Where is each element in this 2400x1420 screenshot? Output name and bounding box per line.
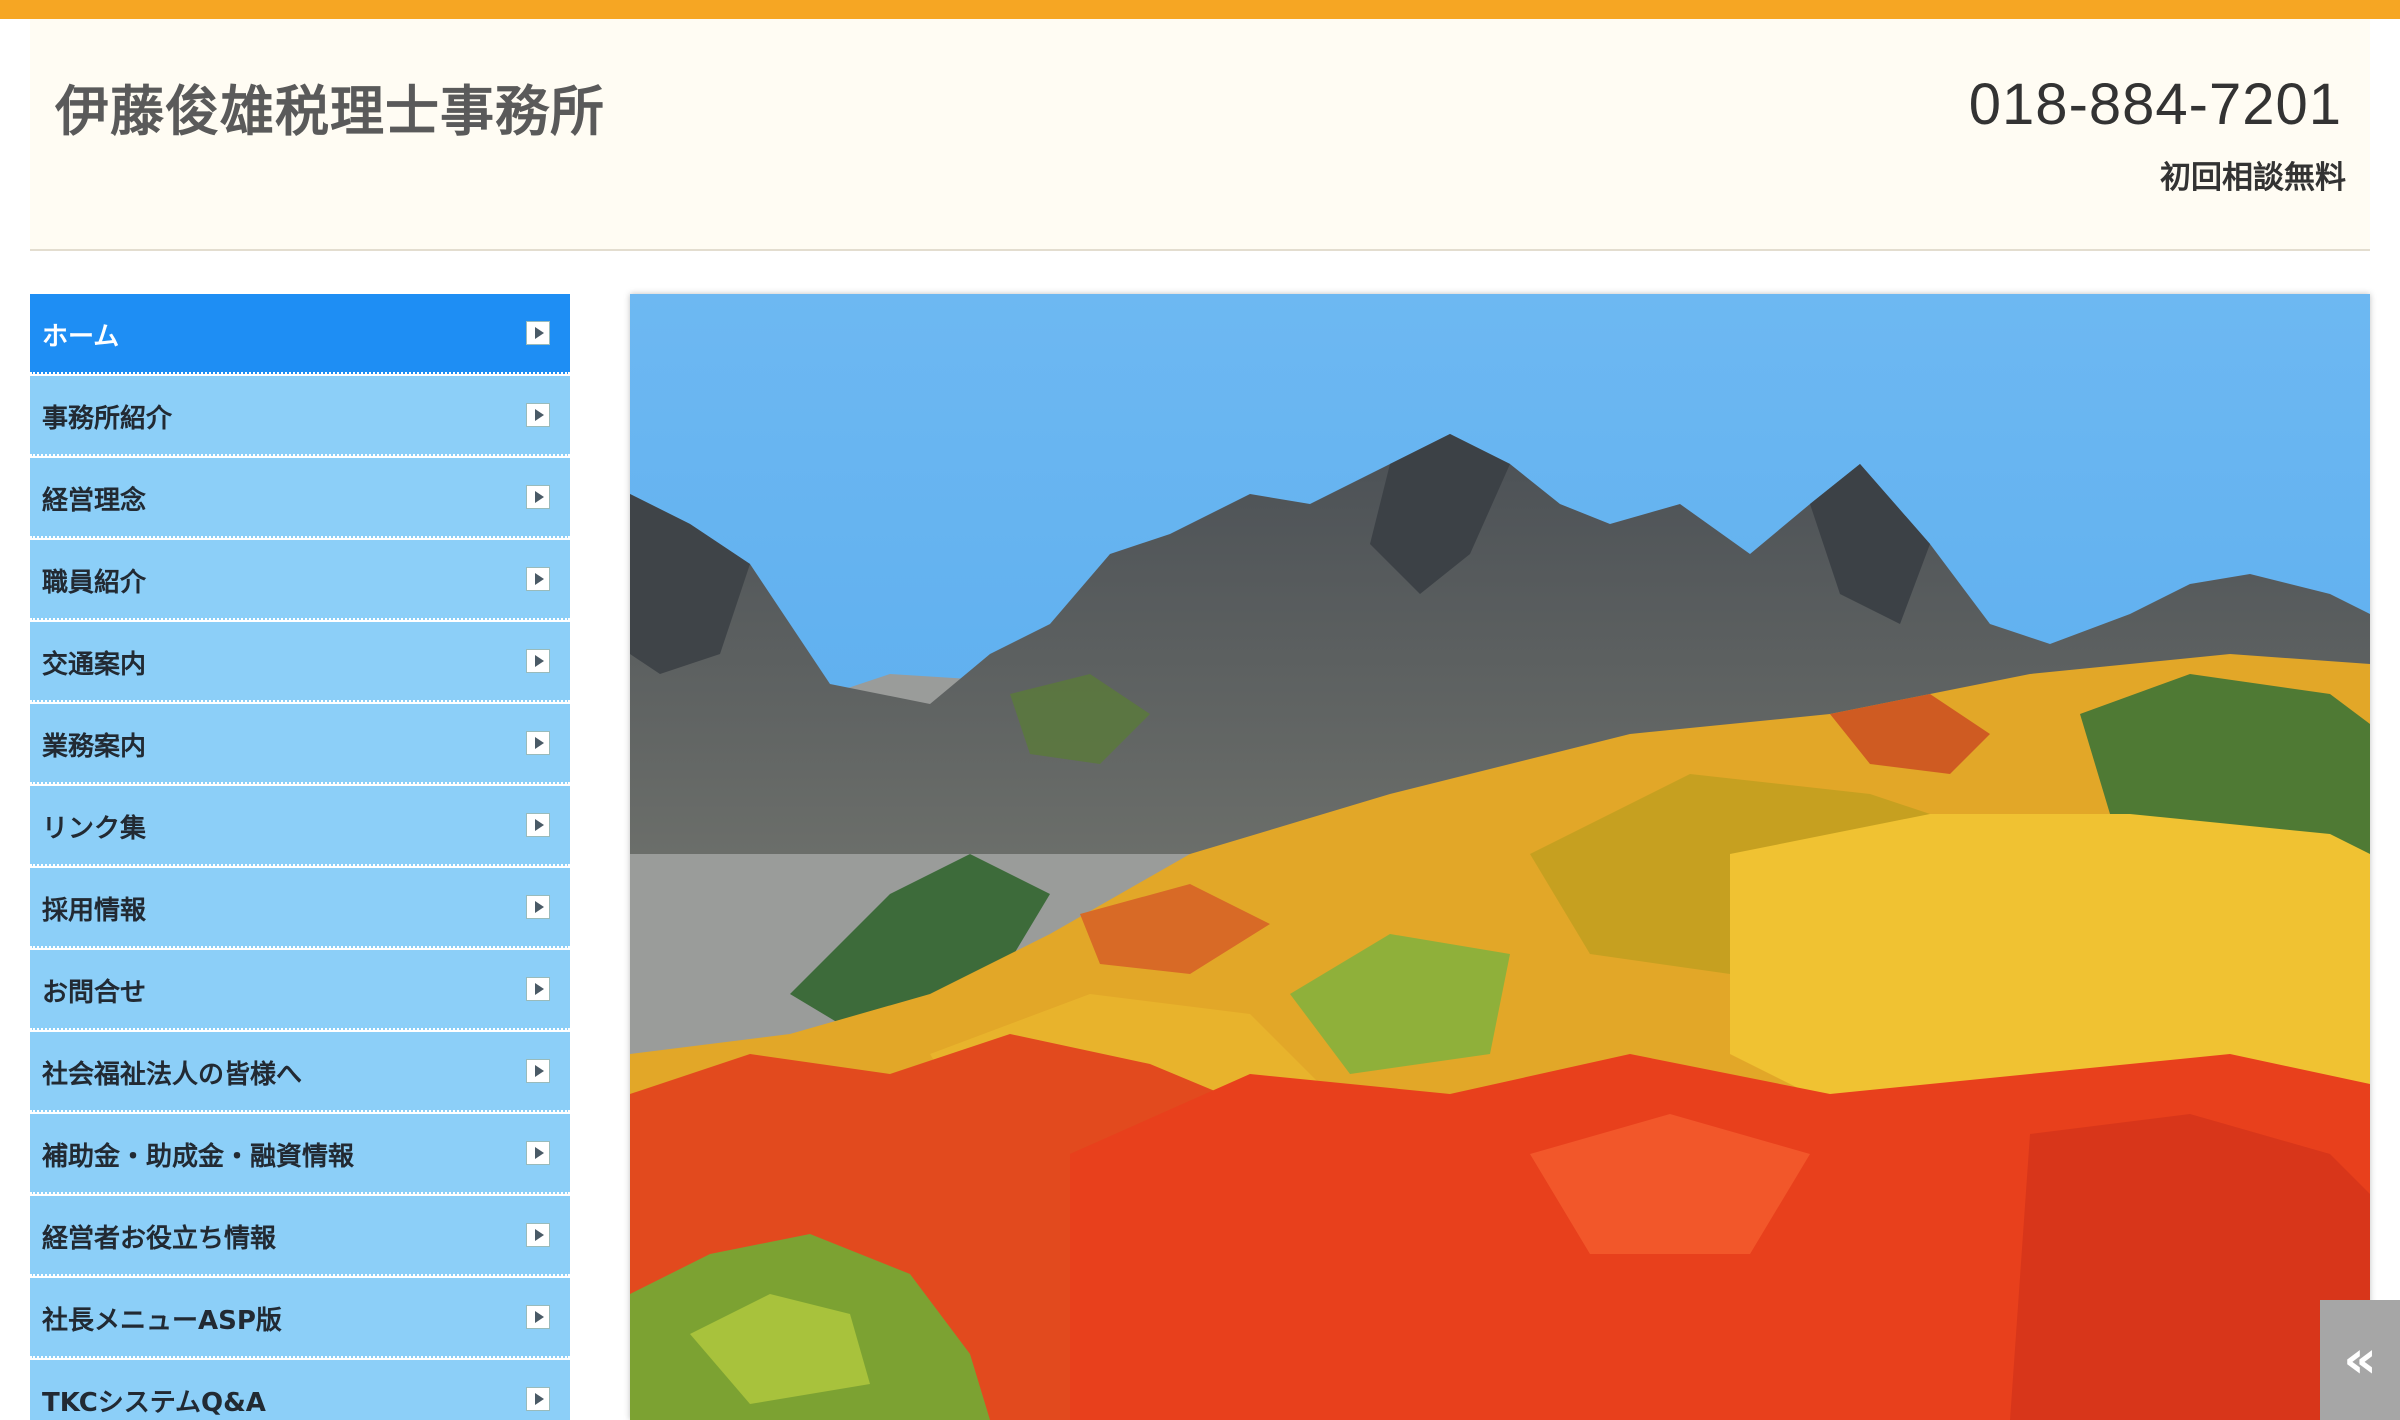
- sidebar-item-access[interactable]: 交通案内: [30, 622, 570, 702]
- sidebar-item-links[interactable]: リンク集: [30, 786, 570, 866]
- mountain-autumn-landscape-image: [630, 294, 2370, 1420]
- site-title[interactable]: 伊藤俊雄税理士事務所: [55, 67, 605, 146]
- site-header: 伊藤俊雄税理士事務所 018-884-7201 初回相談無料: [30, 19, 2370, 251]
- sidebar-item-label: 経営理念: [42, 486, 147, 516]
- phone-number[interactable]: 018-884-7201: [1969, 71, 2342, 138]
- top-accent-bar: [0, 0, 2400, 19]
- sidebar-item-label: 業務案内: [42, 732, 147, 762]
- sidebar-item-services[interactable]: 業務案内: [30, 704, 570, 784]
- sidebar-item-contact[interactable]: お問合せ: [30, 950, 570, 1030]
- sidebar-item-label: 社会福祉法人の皆様へ: [42, 1060, 303, 1090]
- sidebar-item-label: 経営者お役立ち情報: [42, 1224, 277, 1254]
- sidebar-item-label: ホーム: [42, 322, 120, 352]
- arrow-right-icon: [526, 649, 550, 673]
- arrow-right-icon: [526, 567, 550, 591]
- sidebar-item-office-intro[interactable]: 事務所紹介: [30, 376, 570, 456]
- sidebar-item-label: TKCシステムQ&A: [42, 1388, 266, 1418]
- sidebar-item-label: 事務所紹介: [42, 404, 173, 434]
- arrow-right-icon: [526, 1223, 550, 1247]
- sidebar-item-welfare[interactable]: 社会福祉法人の皆様へ: [30, 1032, 570, 1112]
- arrow-right-icon: [526, 977, 550, 1001]
- sidebar-item-subsidies[interactable]: 補助金・助成金・融資情報: [30, 1114, 570, 1194]
- phone-note: 初回相談無料: [2160, 160, 2346, 196]
- arrow-right-icon: [526, 403, 550, 427]
- sidebar-item-label: 社長メニューASP版: [42, 1306, 282, 1336]
- sidebar-item-home[interactable]: ホーム: [30, 294, 570, 374]
- arrow-right-icon: [526, 1387, 550, 1411]
- sidebar-item-label: 職員紹介: [42, 568, 147, 598]
- sidebar-item-label: お問合せ: [42, 978, 147, 1008]
- sidebar-item-label: 交通案内: [42, 650, 147, 680]
- arrow-right-icon: [526, 895, 550, 919]
- sidebar-item-philosophy[interactable]: 経営理念: [30, 458, 570, 538]
- sidebar-item-label: リンク集: [42, 814, 147, 844]
- scroll-toggle-button[interactable]: «: [2320, 1300, 2400, 1420]
- sidebar-item-manager-info[interactable]: 経営者お役立ち情報: [30, 1196, 570, 1276]
- sidebar-item-staff[interactable]: 職員紹介: [30, 540, 570, 620]
- sidebar-nav: ホーム 事務所紹介 経営理念 職員紹介 交通案内 業務案内 リンク集 採用情報 …: [30, 294, 570, 1420]
- arrow-right-icon: [526, 321, 550, 345]
- arrow-right-icon: [526, 1305, 550, 1329]
- arrow-right-icon: [526, 485, 550, 509]
- sidebar-item-label: 補助金・助成金・融資情報: [42, 1142, 355, 1172]
- sidebar-item-tkc-qa[interactable]: TKCシステムQ&A: [30, 1360, 570, 1420]
- arrow-right-icon: [526, 1059, 550, 1083]
- arrow-right-icon: [526, 813, 550, 837]
- arrow-right-icon: [526, 731, 550, 755]
- sidebar-item-label: 採用情報: [42, 896, 147, 926]
- hero-image: [630, 294, 2370, 1420]
- sidebar-item-president-menu[interactable]: 社長メニューASP版: [30, 1278, 570, 1358]
- arrow-right-icon: [526, 1141, 550, 1165]
- sidebar-item-recruit[interactable]: 採用情報: [30, 868, 570, 948]
